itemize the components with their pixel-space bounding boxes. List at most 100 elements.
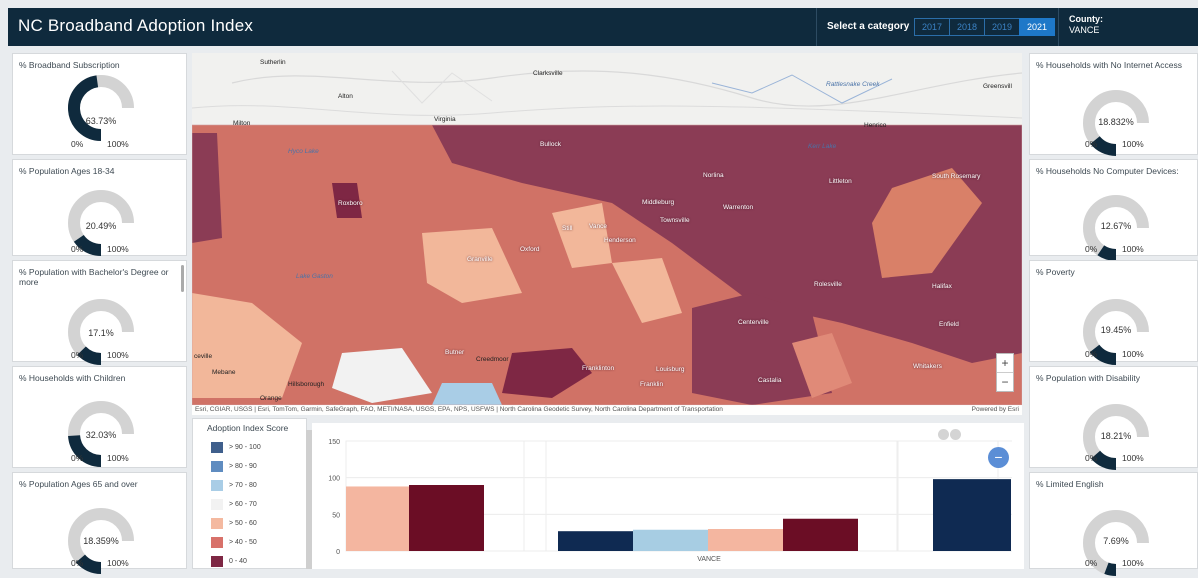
card-broadband-subscription: % Broadband Subscription 63.73% 0% 100%	[12, 53, 187, 155]
pager-dot[interactable]	[950, 429, 961, 440]
map-label: Enfield	[939, 321, 959, 328]
chart-canvas: 0 50 100 150 VANCE	[328, 439, 1012, 563]
bar[interactable]	[558, 531, 633, 551]
map-label: Alton	[338, 93, 353, 100]
card-title: % Limited English	[1036, 479, 1104, 489]
map-label: Franklinton	[582, 365, 615, 372]
map-label: Mebane	[212, 369, 236, 376]
gauge-min: 0%	[1085, 349, 1098, 359]
legend-swatch	[211, 536, 223, 548]
bar[interactable]	[409, 485, 484, 551]
year-button-2017[interactable]: 2017	[914, 18, 950, 36]
county-label: County:	[1069, 14, 1103, 24]
year-button-2021[interactable]: 2021	[1019, 18, 1055, 36]
legend-item: > 60 - 70	[211, 498, 257, 510]
legend-label: > 90 - 100	[229, 443, 261, 451]
card-bachelors-degree: % Population with Bachelor's Degree or m…	[12, 260, 187, 365]
legend-swatch	[211, 555, 223, 567]
card-no-computer: % Households No Computer Devices: 12.67%…	[1029, 159, 1198, 261]
legend-swatch	[211, 479, 223, 491]
bar[interactable]	[346, 486, 409, 551]
header-divider	[1058, 8, 1059, 46]
bar[interactable]	[933, 479, 1011, 551]
gauge-fill	[1090, 135, 1117, 156]
gauge-min: 0%	[71, 350, 84, 360]
map-label: Hyco Lake	[288, 148, 319, 155]
collapse-chart-button[interactable]: −	[988, 447, 1009, 468]
year-selector: 2017 2018 2019 2021	[914, 18, 1055, 36]
card-title: % Households with No Internet Access	[1036, 60, 1182, 70]
map-label: Lake Gaston	[296, 273, 333, 280]
gauge-min: 0%	[71, 139, 84, 149]
card-population-65: % Population Ages 65 and over 18.359% 0%…	[12, 472, 187, 574]
map-legend: Adoption Index Score > 90 - 100 > 80 - 9…	[192, 418, 307, 569]
gauge-fill	[75, 554, 102, 574]
gauge-value: 18.832%	[1098, 117, 1134, 127]
map-label: Butner	[445, 349, 465, 356]
app-title: NC Broadband Adoption Index	[18, 16, 254, 35]
year-button-2018[interactable]: 2018	[949, 18, 985, 36]
y-tick-label: 150	[328, 439, 340, 446]
gauge-value: 12.67%	[1100, 221, 1132, 231]
category-label: Select a category	[827, 21, 910, 32]
card-population-18-34: % Population Ages 18-34 20.49% 0% 100%	[12, 159, 187, 256]
map-label: Hillsborough	[288, 381, 325, 388]
card-poverty: % Poverty 19.45% 0% 100%	[1029, 260, 1198, 365]
card-title: % Population with Disability	[1036, 373, 1140, 383]
map-label: Oxford	[520, 246, 540, 253]
legend-item: > 50 - 60	[211, 517, 257, 529]
bar[interactable]	[783, 518, 858, 551]
map-label: Rolesville	[814, 281, 842, 288]
map-label: Henrico	[864, 122, 887, 129]
attribution-text[interactable]: Esri, CGIAR, USGS | Esri, TomTom, Garmin…	[195, 405, 723, 415]
pager-dot[interactable]	[938, 429, 949, 440]
gauge-value: 20.49%	[85, 221, 117, 231]
gauge-fill	[77, 346, 102, 365]
gauge-max: 100%	[1122, 453, 1144, 463]
y-tick-label: 100	[328, 476, 340, 483]
gauge-min: 0%	[1085, 139, 1098, 149]
map-label: Sutherlin	[260, 59, 286, 66]
map-label: Clarksville	[533, 70, 563, 77]
gauge-value: 7.69%	[1103, 536, 1129, 546]
bar-chart: 0 50 100 150 VANCE −	[312, 423, 1024, 569]
map-label: Franklin	[640, 381, 664, 388]
year-button-2019[interactable]: 2019	[984, 18, 1020, 36]
map-label: Townsville	[660, 217, 690, 224]
bar[interactable]	[708, 529, 783, 551]
bar[interactable]	[633, 529, 708, 551]
card-title: % Households No Computer Devices:	[1036, 166, 1179, 176]
legend-label: > 70 - 80	[229, 481, 257, 489]
map-label: Virginia	[434, 116, 456, 123]
gauge-min: 0%	[1085, 558, 1098, 568]
legend-item: > 90 - 100	[211, 441, 261, 453]
card-title: % Population Ages 65 and over	[19, 479, 138, 489]
map-label: Greensvill	[983, 83, 1012, 90]
legend-swatch	[211, 460, 223, 472]
zoom-out-button[interactable]: −	[997, 373, 1013, 391]
gauge-max: 100%	[1122, 139, 1144, 149]
gauge-min: 0%	[71, 453, 84, 463]
powered-by-esri[interactable]: Powered by Esri	[972, 405, 1019, 415]
map-label: South Rosemary	[932, 173, 981, 180]
gauge-min: 0%	[71, 558, 84, 568]
legend-item: > 80 - 90	[211, 460, 257, 472]
header-divider	[816, 8, 817, 46]
map-label: Warrenton	[723, 204, 754, 211]
legend-label: > 60 - 70	[229, 500, 257, 508]
gauge-max: 100%	[107, 350, 129, 360]
map-label: Roxboro	[338, 200, 363, 207]
map-view[interactable]: Sutherlin Alton Clarksville Greensvill R…	[192, 53, 1022, 415]
map-label: Kerr Lake	[808, 143, 837, 150]
zoom-in-button[interactable]: +	[997, 354, 1013, 373]
gauge-max: 100%	[107, 453, 129, 463]
map-label: Centerville	[738, 319, 769, 326]
map-label: Rattlesnake Creek	[826, 81, 880, 88]
map-label: Halifax	[932, 283, 952, 290]
gauge-fill	[68, 75, 102, 141]
chart-pager[interactable]	[938, 427, 962, 440]
gauge-value: 32.03%	[85, 430, 117, 440]
map-label: Louisburg	[656, 366, 685, 373]
card-scrollbar[interactable]	[181, 265, 184, 292]
choropleth-layer	[192, 53, 1022, 406]
